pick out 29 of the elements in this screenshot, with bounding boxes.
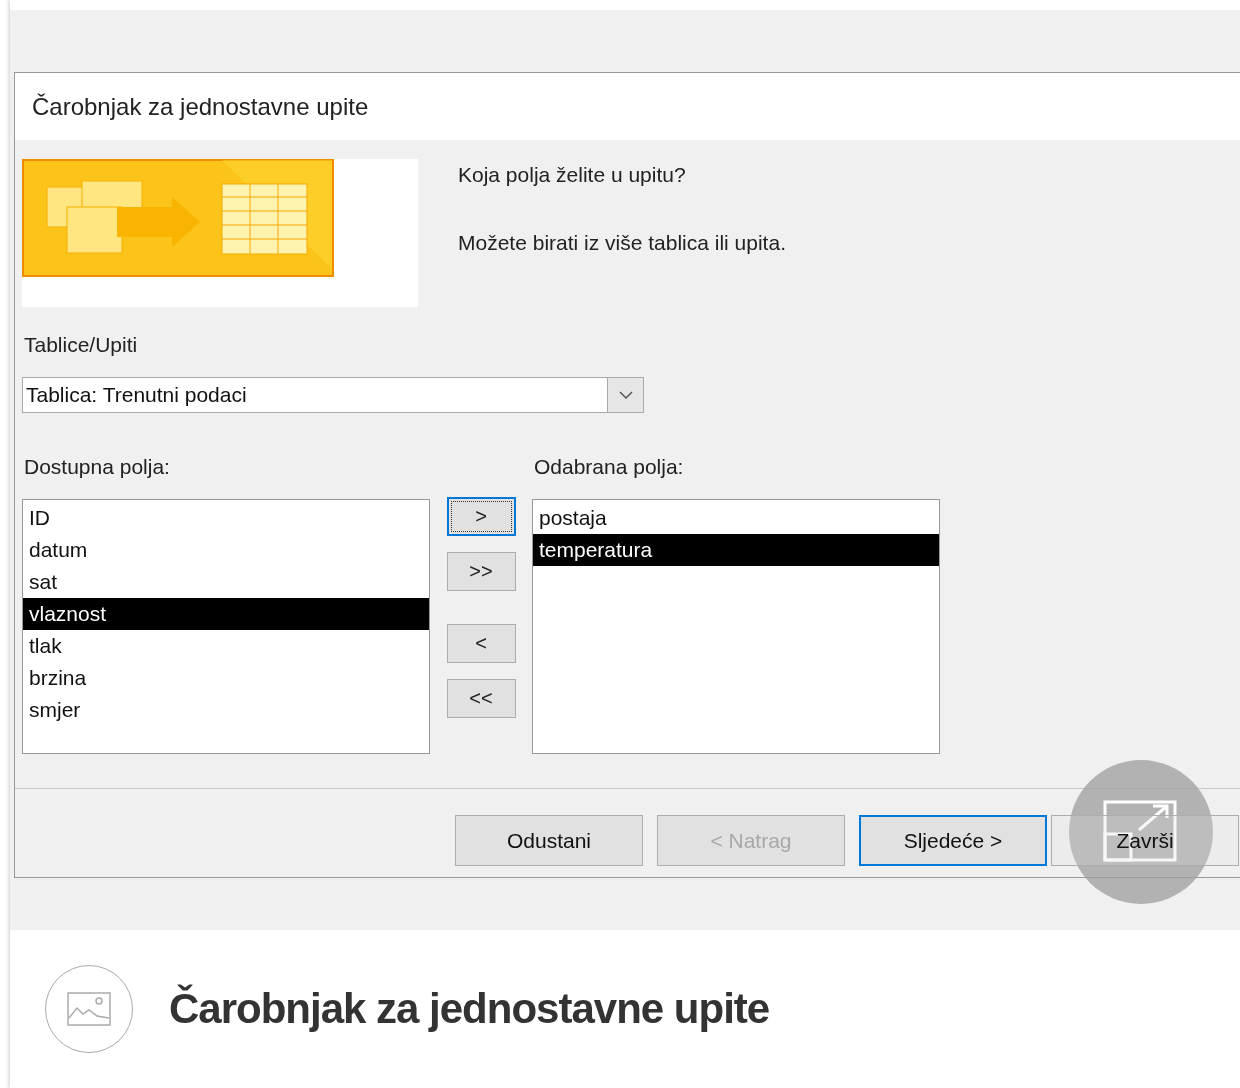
dialog-button[interactable]: Završi (1051, 815, 1239, 866)
list-item[interactable]: postaja (533, 502, 939, 534)
list-item[interactable]: smjer (23, 694, 429, 726)
caption-title: Čarobnjak za jednostavne upite (169, 985, 770, 1033)
list-item[interactable]: sat (23, 566, 429, 598)
chevron-down-icon (618, 391, 633, 399)
list-item[interactable]: vlaznost (23, 598, 429, 630)
field-list[interactable]: ID datum sat vlaznost tlak brzina smjer (22, 499, 430, 754)
list-label: Odabrana polja: (534, 455, 685, 479)
window-title: Čarobnjak za jednostavne upite (32, 92, 369, 121)
move-button[interactable]: << (446, 679, 516, 718)
move-button[interactable]: > (446, 497, 516, 536)
move-button[interactable]: < (446, 624, 516, 663)
list-label: Dostupna polja: (24, 455, 171, 479)
move-button[interactable]: >> (446, 552, 516, 591)
image-icon (67, 992, 111, 1026)
tables-dropdown[interactable]: Tablica: Trenutni podaci (22, 377, 644, 413)
dialog-button[interactable]: Sljedeće > (859, 815, 1047, 866)
list-item[interactable]: ID (23, 502, 429, 534)
tables-label: Tablice/Upiti (24, 333, 139, 357)
field-list[interactable]: postaja temperatura (532, 499, 940, 754)
list-item[interactable]: datum (23, 534, 429, 566)
hint-text: Možete birati iz više tablica ili upita. (458, 231, 786, 255)
dialog-button[interactable]: Odustani (455, 815, 643, 866)
list-item[interactable]: tlak (23, 630, 429, 662)
list-item[interactable]: temperatura (533, 534, 939, 566)
question-text: Koja polja želite u upitu? (458, 163, 687, 187)
expand-icon[interactable] (1069, 760, 1213, 904)
list-item[interactable]: brzina (23, 662, 429, 694)
